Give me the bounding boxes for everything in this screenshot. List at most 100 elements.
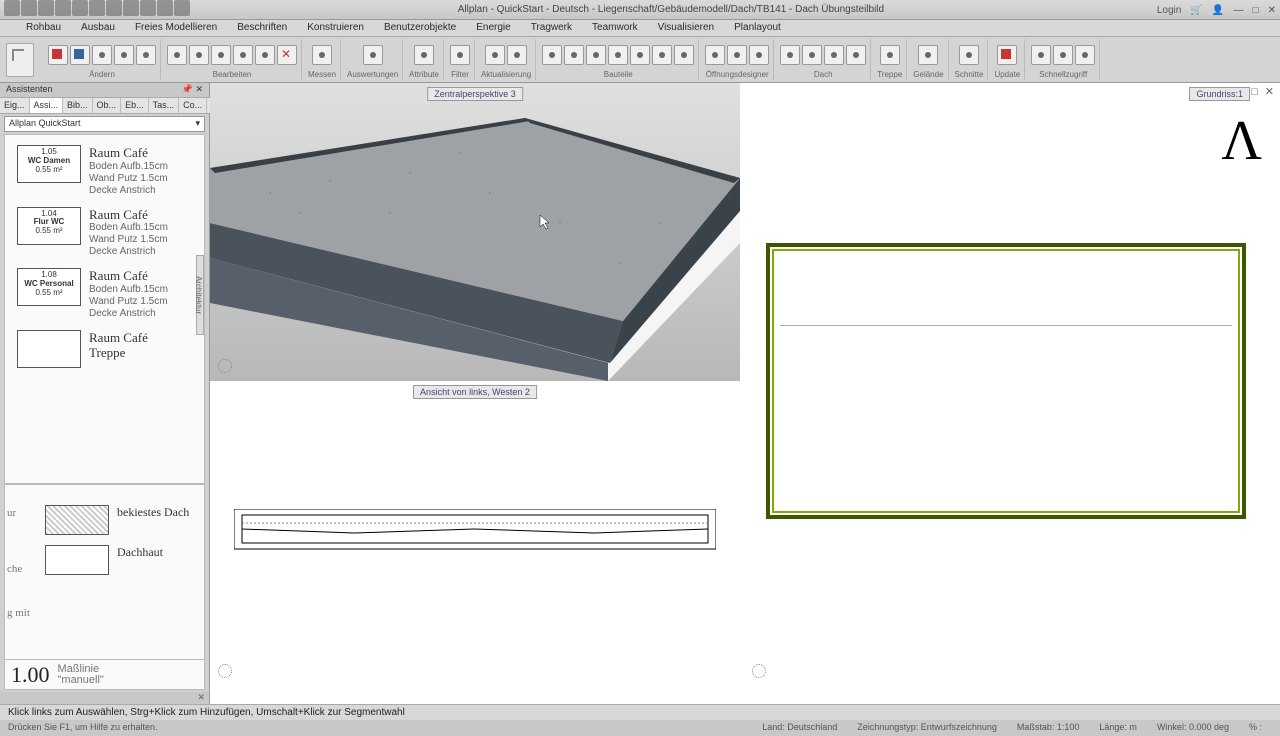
tool-icon[interactable] [114, 45, 134, 65]
viewport-label[interactable]: Ansicht von links, Westen 2 [413, 385, 537, 399]
maximize-icon[interactable]: □ [1253, 5, 1259, 16]
nav-ball-icon[interactable] [752, 664, 766, 678]
viewport-perspective[interactable]: Zentralperspektive 3 [210, 83, 740, 381]
tool-icon[interactable] [705, 45, 725, 65]
cart-icon[interactable]: 🛒 [1190, 5, 1202, 16]
menu-item[interactable]: Tragwerk [521, 20, 582, 36]
tool-icon[interactable] [1053, 45, 1073, 65]
panel-tab[interactable]: Eb... [121, 98, 149, 113]
tool-icon[interactable] [92, 45, 112, 65]
tool-icon[interactable] [363, 45, 383, 65]
nav-ball-icon[interactable] [218, 664, 232, 678]
tool-icon[interactable] [136, 45, 156, 65]
tool-icon[interactable] [211, 45, 231, 65]
minimize-icon[interactable]: — [1233, 5, 1243, 16]
tool-icon[interactable] [652, 45, 672, 65]
tool-icon[interactable] [608, 45, 628, 65]
viewport-plan[interactable]: Grundriss:1 □ ✕ Λ [744, 83, 1280, 686]
tool-icon[interactable] [233, 45, 253, 65]
tool-icon[interactable] [880, 45, 900, 65]
tool-icon[interactable] [918, 45, 938, 65]
qat-icon[interactable] [72, 0, 88, 16]
menu-item[interactable]: Rohbau [16, 20, 71, 36]
viewport-label[interactable]: Zentralperspektive 3 [427, 87, 523, 101]
panel-footer-close[interactable]: ✕ [0, 692, 209, 704]
assistant-body[interactable]: Architektur 1.05 WC Damen 0.55 m² Raum C… [4, 134, 205, 484]
tool-icon[interactable] [630, 45, 650, 65]
ribbon-lead-icon[interactable] [6, 43, 34, 77]
room-meta: Raum Café Boden Aufb.15cm Wand Putz 1.5c… [89, 145, 168, 197]
side-tab[interactable]: Architektur [196, 255, 204, 335]
tool-icon[interactable] [1031, 45, 1051, 65]
tool-icon[interactable] [485, 45, 505, 65]
tool-icon[interactable] [312, 45, 332, 65]
assistant-body-2[interactable]: ur che g mit bekiestes Dach Dachhaut [4, 484, 205, 660]
tool-icon[interactable] [749, 45, 769, 65]
tool-icon[interactable] [1075, 45, 1095, 65]
close-icon[interactable]: ✕ [1268, 5, 1276, 16]
tool-icon[interactable] [802, 45, 822, 65]
tool-icon[interactable] [70, 45, 90, 65]
assistant-item[interactable]: bekiestes Dach [45, 505, 200, 535]
panel-tab[interactable]: Tas... [149, 98, 180, 113]
tool-icon[interactable] [674, 45, 694, 65]
qat-icon[interactable] [89, 0, 105, 16]
panel-tab[interactable]: Assi... [30, 98, 64, 113]
menu-item[interactable]: Benutzerobjekte [374, 20, 466, 36]
menu-item[interactable]: Planlayout [724, 20, 791, 36]
tool-icon[interactable] [564, 45, 584, 65]
assistant-item[interactable]: 1.04 Flur WC 0.55 m² Raum Café Boden Auf… [17, 207, 200, 259]
tool-icon[interactable] [189, 45, 209, 65]
tool-icon[interactable] [414, 45, 434, 65]
qat-icon[interactable] [55, 0, 71, 16]
assistant-dropdown[interactable]: Allplan QuickStart ▾ [4, 116, 205, 132]
menu-item[interactable]: Konstruieren [297, 20, 374, 36]
tool-icon[interactable] [255, 45, 275, 65]
menu-item[interactable]: Ausbau [71, 20, 125, 36]
menu-item[interactable]: Teamwork [582, 20, 648, 36]
viewport-section[interactable]: Ansicht von links, Westen 2 [210, 381, 740, 686]
tool-icon[interactable] [959, 45, 979, 65]
panel-pin-icon[interactable]: 📌 ✕ [182, 84, 203, 96]
qat-icon[interactable] [21, 0, 37, 16]
panel-tab[interactable]: Co... [179, 98, 207, 113]
panel-tab[interactable]: Ob... [93, 98, 122, 113]
login-link[interactable]: Login [1157, 5, 1181, 16]
menu-item[interactable]: Beschriften [227, 20, 297, 36]
room-stamp: 1.08 WC Personal 0.55 m² [17, 268, 81, 306]
menu-item[interactable]: Visualisieren [648, 20, 725, 36]
tool-icon[interactable] [997, 45, 1017, 65]
qat-icon[interactable] [140, 0, 156, 16]
viewport-label[interactable]: Grundriss:1 [1189, 87, 1250, 101]
tool-icon[interactable] [542, 45, 562, 65]
tool-icon[interactable] [48, 45, 68, 65]
qat-icon[interactable] [174, 0, 190, 16]
qat-icon[interactable] [106, 0, 122, 16]
tool-icon[interactable] [167, 45, 187, 65]
qat[interactable] [4, 0, 191, 19]
assistant-item[interactable]: 1.05 WC Damen 0.55 m² Raum Café Boden Au… [17, 145, 200, 197]
qat-icon[interactable] [38, 0, 54, 16]
qat-icon[interactable] [157, 0, 173, 16]
assistant-item[interactable]: 1.08 WC Personal 0.55 m² Raum Café Boden… [17, 268, 200, 320]
tool-delete-icon[interactable] [277, 45, 297, 65]
qat-icon[interactable] [123, 0, 139, 16]
tool-icon[interactable] [846, 45, 866, 65]
tool-icon[interactable] [824, 45, 844, 65]
menu-item[interactable]: Energie [466, 20, 520, 36]
tool-icon[interactable] [780, 45, 800, 65]
panel-tab[interactable]: Eig... [0, 98, 30, 113]
viewport-window-controls[interactable]: □ ✕ [1251, 85, 1276, 98]
panel-tab[interactable]: Bib... [63, 98, 93, 113]
nav-ball-icon[interactable] [218, 359, 232, 373]
assistant-item[interactable]: Raum Café Treppe [17, 330, 200, 368]
assistant-item[interactable]: Dachhaut [45, 545, 200, 575]
plan-roof-outline[interactable] [766, 243, 1246, 519]
tool-icon[interactable] [586, 45, 606, 65]
tool-icon[interactable] [450, 45, 470, 65]
user-icon[interactable]: 👤 [1212, 5, 1224, 16]
tool-icon[interactable] [507, 45, 527, 65]
tool-icon[interactable] [727, 45, 747, 65]
menu-item[interactable]: Freies Modellieren [125, 20, 227, 36]
panel-header[interactable]: Assistenten 📌 ✕ [0, 83, 209, 98]
